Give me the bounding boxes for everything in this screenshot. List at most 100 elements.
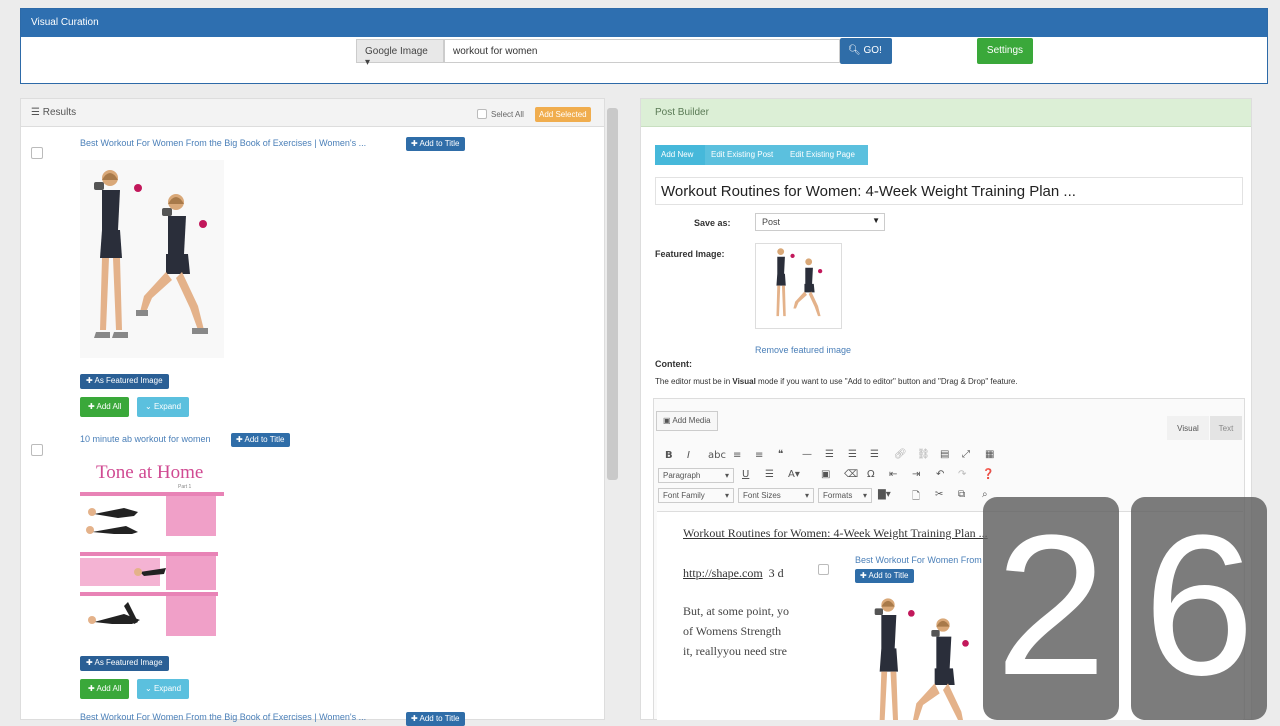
featured-image-workout xyxy=(767,244,830,328)
add-all-button[interactable]: ✚ Add All xyxy=(80,679,130,699)
tab-visual[interactable]: Visual xyxy=(1167,416,1209,440)
link-icon[interactable]: 🔗︎ xyxy=(894,449,907,460)
plus-icon: ✚ xyxy=(86,376,93,385)
select-all-label: Select All xyxy=(491,110,524,119)
outdent-icon[interactable]: ⇤ xyxy=(889,469,897,480)
special-character-icon[interactable]: Ω xyxy=(867,469,875,480)
add-media-label: Add Media xyxy=(672,416,711,425)
result-title-link[interactable]: 10 minute ab workout for women xyxy=(80,434,211,444)
align-right-icon[interactable]: ☰ xyxy=(870,449,879,460)
align-center-icon[interactable]: ☰ xyxy=(848,449,857,460)
formats-select[interactable]: Formats ▾ xyxy=(818,488,872,503)
cut-icon[interactable]: ✂ xyxy=(935,489,943,500)
search-input[interactable]: workout for women xyxy=(444,39,840,63)
expand-button[interactable]: ⌄ Expand xyxy=(137,397,190,417)
content-note: The editor must be in Visual mode if you… xyxy=(655,377,1018,386)
tab-add-new[interactable]: Add New xyxy=(655,145,705,165)
add-to-title-button[interactable]: ✚ Add to Title xyxy=(406,137,465,151)
result-title-link[interactable]: Best Workout For Women From the Big Book… xyxy=(80,138,366,148)
image-source-select[interactable]: Google Image ▾ xyxy=(356,39,444,68)
go-button[interactable]: 🔍︎ GO! xyxy=(840,38,892,64)
read-more-icon[interactable]: ▤ xyxy=(940,449,949,460)
add-selected-button[interactable]: Add Selected xyxy=(535,107,591,122)
editor-paragraph-line: But, at some point, yo xyxy=(683,604,789,618)
caret-down-icon: ▼ xyxy=(872,216,880,225)
result-image-workout xyxy=(80,160,224,358)
media-icon: ▣ xyxy=(663,416,671,425)
chevron-down-icon: ⌄ xyxy=(145,684,152,693)
counter-digit: 6 xyxy=(1131,497,1267,720)
counter-digit: 2 xyxy=(983,497,1119,720)
font-sizes-select[interactable]: Font Sizes ▾ xyxy=(738,488,814,503)
select-all-checkbox[interactable] xyxy=(477,109,487,119)
unlink-icon[interactable]: ⛓ xyxy=(917,449,930,460)
align-left-icon[interactable]: ☰ xyxy=(825,449,834,460)
results-scrollbar[interactable] xyxy=(607,108,618,480)
drag-preview-checkbox[interactable] xyxy=(818,564,829,575)
background-color-icon[interactable]: ▇▾ xyxy=(878,489,891,500)
result-checkbox[interactable] xyxy=(31,444,43,456)
plus-icon: ✚ xyxy=(236,435,243,444)
plus-icon: ✚ xyxy=(86,658,93,667)
result-image-ab-workout: Tone at Home Part 1 xyxy=(80,458,224,644)
result-title-link[interactable]: Best Workout For Women From the Big Book… xyxy=(80,712,366,722)
italic-icon[interactable]: I xyxy=(687,450,690,461)
horizontal-line-icon[interactable]: — xyxy=(802,449,812,460)
result-checkbox[interactable] xyxy=(31,147,43,159)
drag-preview-image xyxy=(874,598,969,720)
add-all-button[interactable]: ✚ Add All xyxy=(80,397,130,417)
numbered-list-icon[interactable]: ≡ xyxy=(755,450,763,461)
undo-icon[interactable]: ↶ xyxy=(936,469,944,480)
tab-text[interactable]: Text xyxy=(1210,416,1242,440)
drag-preview-title: Best Workout For Women From the Big Book… xyxy=(855,555,982,565)
bullet-list-icon[interactable]: ≡ xyxy=(733,450,741,461)
as-featured-image-label: As Featured Image xyxy=(94,376,163,385)
remove-featured-image-link[interactable]: Remove featured image xyxy=(755,345,851,355)
paragraph-format-select[interactable]: Paragraph ▾ xyxy=(658,468,734,483)
settings-button[interactable]: Settings xyxy=(977,38,1033,64)
blockquote-icon[interactable]: ❝ xyxy=(778,449,783,460)
clear-formatting-icon[interactable]: ⌫ xyxy=(844,469,858,480)
add-all-label: Add All xyxy=(96,402,122,411)
indent-icon[interactable]: ⇥ xyxy=(912,469,920,480)
redo-icon[interactable]: ↷ xyxy=(958,469,966,480)
add-to-title-button[interactable]: ✚ Add to Title xyxy=(231,433,290,447)
editor-link: http://shape.com 3 d xyxy=(683,566,784,581)
text-color-icon[interactable]: A▾ xyxy=(788,469,800,480)
go-label: GO! xyxy=(863,45,882,56)
paste-text-icon[interactable]: ▣ xyxy=(821,469,830,480)
fullscreen-icon[interactable]: ⤢ xyxy=(962,449,970,460)
expand-button[interactable]: ⌄ Expand xyxy=(137,679,190,699)
as-featured-image-button[interactable]: ✚ As Featured Image xyxy=(80,656,169,671)
justify-icon[interactable]: ☰ xyxy=(765,469,774,480)
featured-image-thumbnail xyxy=(755,243,842,329)
toolbar-toggle-icon[interactable]: ▦ xyxy=(985,449,994,460)
copy-icon[interactable]: ⧉ xyxy=(958,489,965,500)
editor-link-url[interactable]: http://shape.com xyxy=(683,566,763,580)
new-document-icon[interactable]: 🗋 xyxy=(912,489,920,506)
save-as-value: Post xyxy=(762,217,781,227)
add-media-button[interactable]: ▣ Add Media xyxy=(656,411,718,431)
editor-heading: Workout Routines for Women: 4-Week Weigh… xyxy=(683,526,988,540)
drag-preview-add-to-title-label: Add to Title xyxy=(868,571,909,580)
as-featured-image-button[interactable]: ✚ As Featured Image xyxy=(80,374,169,389)
tab-edit-existing-post[interactable]: Edit Existing Post xyxy=(705,145,784,165)
add-to-title-label: Add to Title xyxy=(244,435,285,444)
strikethrough-icon[interactable]: abc xyxy=(708,450,726,461)
underline-icon[interactable]: U xyxy=(742,469,749,480)
help-icon[interactable]: ❓ xyxy=(982,469,994,480)
add-to-title-button[interactable]: ✚ Add to Title xyxy=(406,712,465,726)
tab-edit-existing-page[interactable]: Edit Existing Page xyxy=(784,145,868,165)
content-note-pre: The editor must be in xyxy=(655,377,733,386)
search-replace-icon[interactable]: ⌕ xyxy=(982,489,988,500)
bold-icon[interactable]: B xyxy=(665,450,673,461)
post-title-input[interactable]: Workout Routines for Women: 4-Week Weigh… xyxy=(655,177,1243,205)
plus-icon: ✚ xyxy=(88,684,95,693)
font-family-value: Font Family xyxy=(663,491,705,500)
font-family-select[interactable]: Font Family ▾ xyxy=(658,488,734,503)
drag-preview-add-to-title[interactable]: ✚ Add to Title xyxy=(855,569,914,583)
editor-link-suffix: 3 d xyxy=(768,566,784,580)
expand-label: Expand xyxy=(153,684,182,693)
save-as-select[interactable]: Post ▼ xyxy=(755,213,885,231)
add-all-label: Add All xyxy=(96,684,122,693)
